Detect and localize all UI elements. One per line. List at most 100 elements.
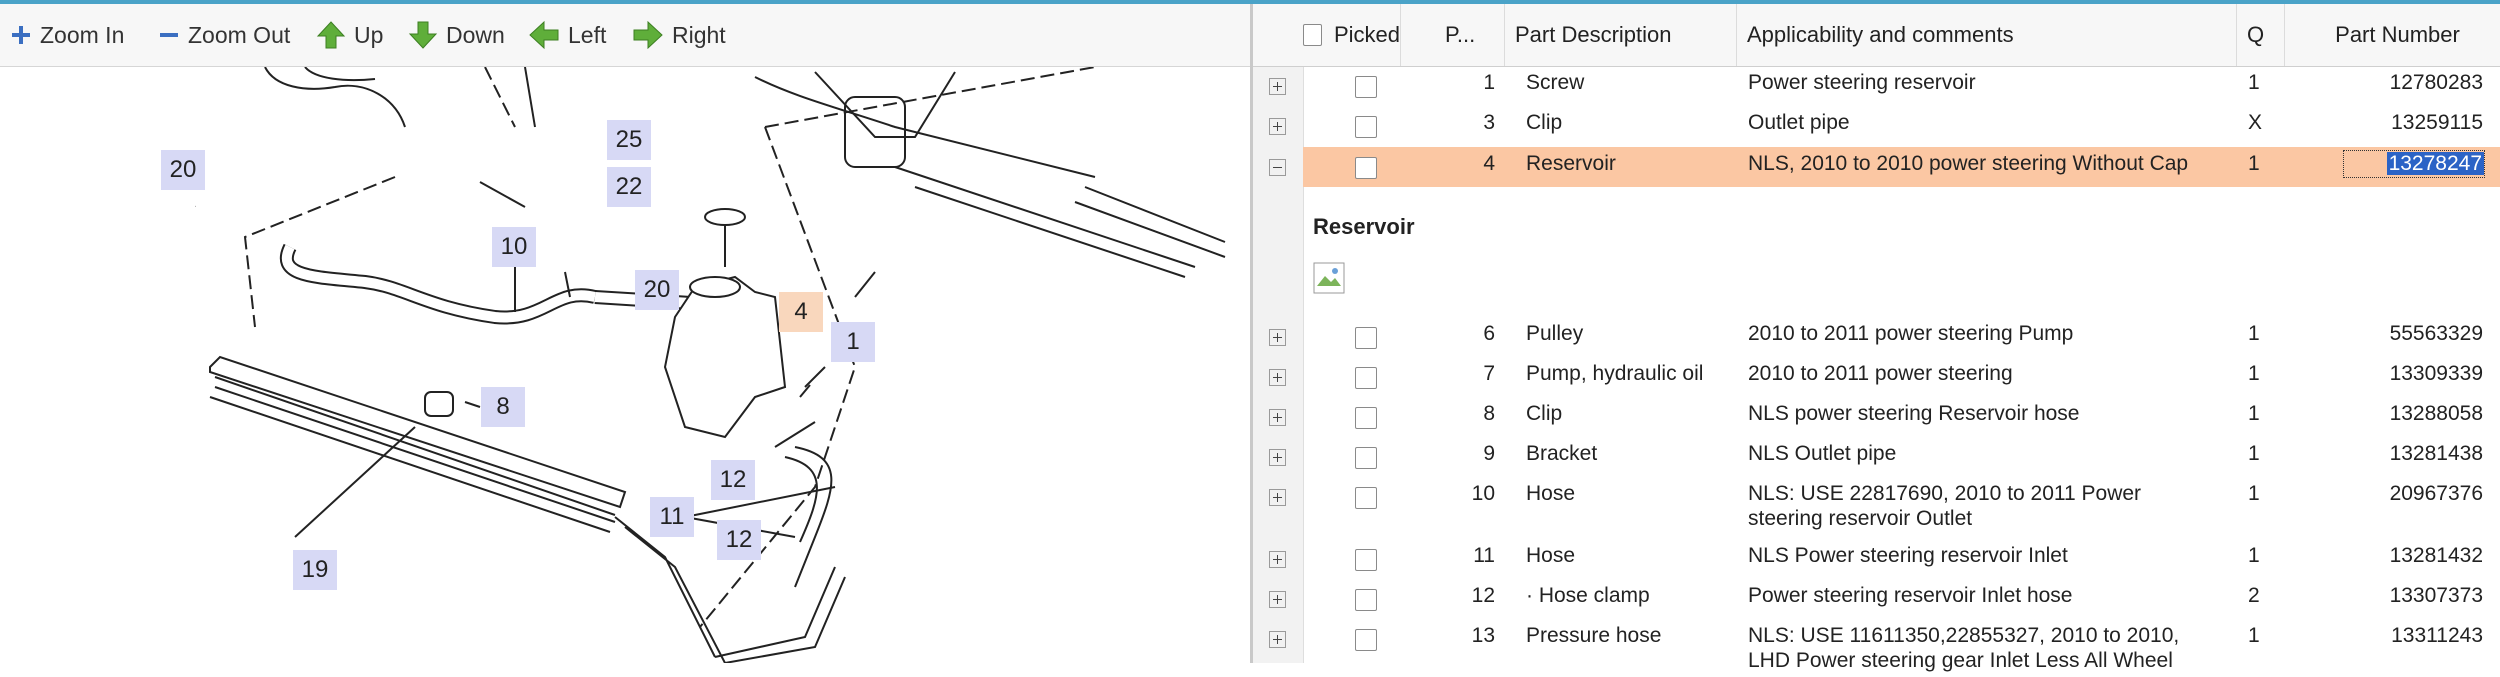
applicability-cell: 2010 to 2011 power steering: [1748, 362, 2013, 385]
picked-checkbox[interactable]: [1355, 487, 1377, 509]
header-description[interactable]: Part Description: [1505, 4, 1737, 66]
table-row[interactable]: 13 Pressure hose NLS: USE 11611350,2285532…: [1253, 619, 2500, 677]
callout-19[interactable]: 19: [293, 550, 337, 590]
part-number-cell: 20967376: [2389, 482, 2483, 505]
collapse-row-icon[interactable]: [1269, 159, 1286, 176]
header-description-label: Part Description: [1515, 22, 1672, 47]
expand-row-icon[interactable]: [1269, 551, 1286, 568]
expand-row-icon[interactable]: [1269, 369, 1286, 386]
callout-12b[interactable]: 12: [717, 520, 761, 560]
picked-checkbox[interactable]: [1355, 327, 1377, 349]
arrow-left-icon: [529, 20, 559, 50]
part-number-cell: 55563329: [2389, 322, 2483, 345]
callout-20b[interactable]: 20: [635, 270, 679, 310]
left-button[interactable]: Left: [528, 18, 606, 52]
header-position[interactable]: P...: [1435, 4, 1505, 66]
expand-row-icon[interactable]: [1269, 631, 1286, 648]
picked-checkbox[interactable]: [1355, 549, 1377, 571]
applicability-cell: NLS: USE 11611350,22855327, 2010 to 2010…: [1748, 624, 2180, 647]
table-row[interactable]: 4 Reservoir NLS, 2010 to 2010 power steeri…: [1269, 147, 2500, 187]
expand-row-icon[interactable]: [1269, 78, 1286, 95]
table-row[interactable]: 3 Clip Outlet pipe X 13259115: [1253, 106, 2500, 146]
description-cell: Pulley: [1526, 322, 1584, 345]
expand-row-icon[interactable]: [1269, 409, 1286, 426]
selected-part-number[interactable]: 13278247: [2386, 152, 2484, 175]
picked-checkbox[interactable]: [1355, 157, 1377, 179]
header-qty[interactable]: Q: [2237, 4, 2285, 66]
position-cell: 13: [1471, 624, 1495, 647]
zoom-out-button[interactable]: Zoom Out: [158, 18, 290, 52]
header-applicability-label: Applicability and comments: [1747, 22, 2014, 47]
expand-row-icon[interactable]: [1269, 489, 1286, 506]
applicability-cell: NLS: USE 22817690, 2010 to 2011 Power: [1748, 482, 2142, 505]
down-button[interactable]: Down: [408, 18, 505, 52]
position-cell: 7: [1483, 362, 1495, 385]
expand-row-icon[interactable]: [1269, 118, 1286, 135]
part-number-cell: 13281438: [2389, 442, 2483, 465]
expand-row-icon[interactable]: [1269, 329, 1286, 346]
table-row[interactable]: 7 Pump, hydraulic oil 2010 to 2011 power s…: [1253, 357, 2500, 397]
position-cell: 6: [1483, 322, 1495, 345]
part-number-cell: 13307373: [2389, 584, 2483, 607]
description-cell: Pump, hydraulic oil: [1526, 362, 1704, 385]
parts-grid: Picked P... Part Description Applicabili…: [1253, 4, 2500, 672]
picked-checkbox[interactable]: [1355, 407, 1377, 429]
description-cell: Pressure hose: [1526, 624, 1662, 647]
applicability-cell: NLS, 2010 to 2010 power steering Without…: [1748, 152, 2189, 175]
up-button[interactable]: Up: [316, 18, 383, 52]
part-number-cell: 12780283: [2389, 71, 2483, 94]
position-cell: 11: [1473, 544, 1495, 567]
table-row[interactable]: 6 Pulley 2010 to 2011 power steering Pump 1…: [1253, 317, 2500, 357]
qty-cell: 1: [2248, 71, 2260, 94]
qty-cell: 1: [2248, 152, 2260, 175]
header-applicability[interactable]: Applicability and comments: [1737, 4, 2237, 66]
zoom-in-button[interactable]: Zoom In: [10, 18, 124, 52]
detail-title: Reservoir: [1313, 214, 1415, 239]
picked-checkbox[interactable]: [1355, 367, 1377, 389]
picked-checkbox[interactable]: [1355, 589, 1377, 611]
applicability-cell-line2: LHD Power steering gear Inlet Less All W…: [1748, 649, 2173, 672]
table-row[interactable]: 9 Bracket NLS Outlet pipe 1 13281438: [1253, 437, 2500, 477]
callout-1[interactable]: 1: [831, 322, 875, 362]
description-cell: Reservoir: [1526, 152, 1616, 175]
expand-row-icon[interactable]: [1269, 591, 1286, 608]
description-cell: Hose: [1526, 482, 1576, 505]
right-button[interactable]: Right: [632, 18, 726, 52]
description-cell: Bracket: [1526, 442, 1598, 465]
header-qty-label: Q: [2247, 22, 2265, 47]
callout-25[interactable]: 25: [607, 120, 651, 160]
qty-cell: 2: [2248, 584, 2260, 607]
qty-cell: X: [2248, 111, 2263, 134]
header-part-number[interactable]: Part Number: [2285, 4, 2500, 66]
select-all-checkbox[interactable]: [1303, 24, 1322, 46]
callout-12a[interactable]: 12: [711, 460, 755, 500]
picked-checkbox[interactable]: [1355, 116, 1377, 138]
parts-diagram[interactable]: 20 25 22 10 20 4 1 8 12 11 12 19: [124, 66, 1248, 664]
picked-checkbox[interactable]: [1355, 76, 1377, 98]
callout-22[interactable]: 22: [607, 167, 651, 207]
part-number-cell: 13311243: [2391, 624, 2483, 647]
table-row[interactable]: 1 Screw Power steering reservoir 1 12780283: [1253, 66, 2500, 106]
qty-cell: 1: [2248, 402, 2260, 425]
qty-cell: 1: [2248, 544, 2260, 567]
table-row[interactable]: 12 · Hose clamp Power steering reservoir I…: [1253, 579, 2500, 619]
callout-8[interactable]: 8: [481, 387, 525, 427]
expand-row-icon[interactable]: [1269, 449, 1286, 466]
plus-icon: [12, 26, 30, 44]
callout-11[interactable]: 11: [650, 497, 694, 537]
applicability-cell-line2: steering reservoir Outlet: [1748, 507, 1973, 530]
applicability-cell: NLS Power steering reservoir Inlet: [1748, 544, 2068, 567]
callout-4-highlighted[interactable]: 4: [779, 292, 823, 332]
callout-10[interactable]: 10: [492, 227, 536, 267]
grid-header: Picked P... Part Description Applicabili…: [1253, 4, 2500, 67]
table-row[interactable]: 10 Hose NLS: USE 22817690, 2010 to 2011 Po…: [1253, 477, 2500, 539]
header-picked[interactable]: Picked: [1303, 4, 1401, 66]
picked-checkbox[interactable]: [1355, 447, 1377, 469]
diagram-viewer: Zoom In Zoom Out Up Down Left Right 20 2…: [0, 4, 1250, 664]
table-row[interactable]: 8 Clip NLS power steering Reservoir hose 1 1…: [1253, 397, 2500, 437]
callout-20a[interactable]: 20: [161, 150, 205, 190]
down-label: Down: [446, 21, 505, 48]
parts-diagram-drawing: [124, 66, 1226, 664]
table-row[interactable]: 11 Hose NLS Power steering reservoir Inlet…: [1253, 539, 2500, 579]
picked-checkbox[interactable]: [1355, 629, 1377, 651]
